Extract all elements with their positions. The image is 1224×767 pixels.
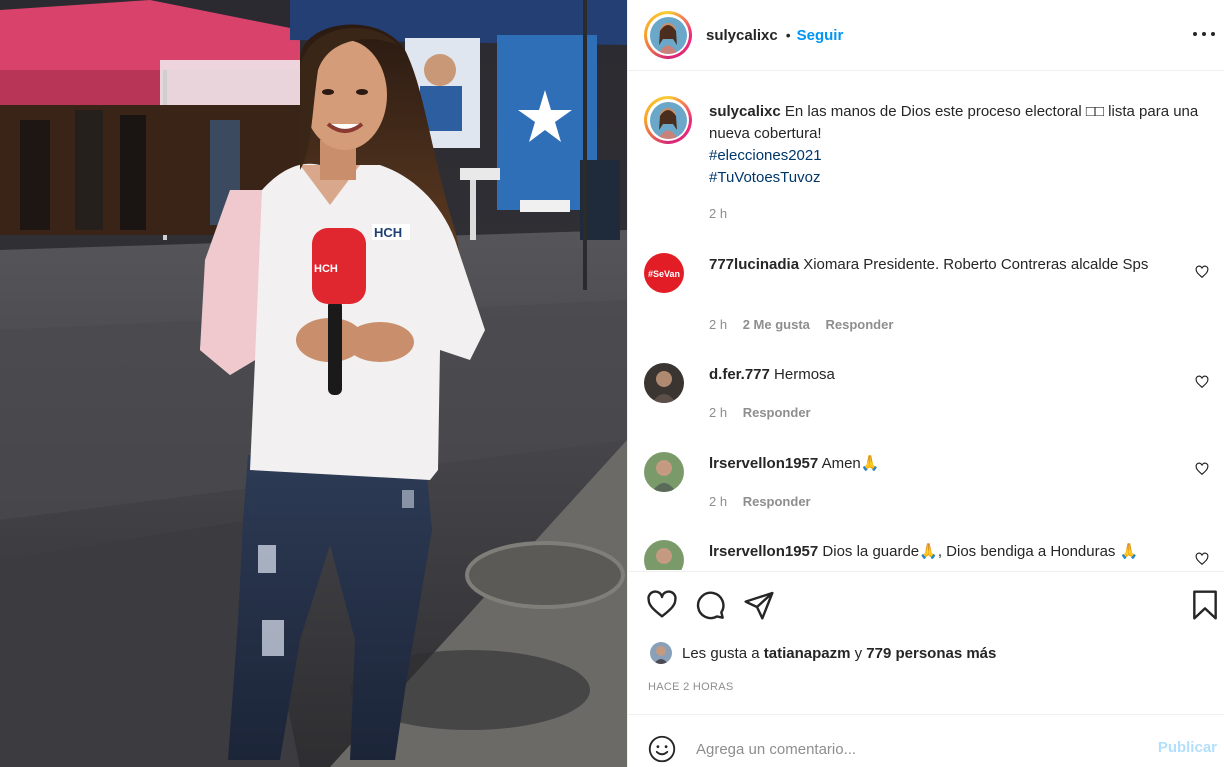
comment-meta: 2 h Responder	[709, 494, 823, 509]
caption-meta: 2 h	[709, 206, 739, 221]
commenter-avatar[interactable]	[644, 540, 684, 570]
hashtag-link[interactable]: #TuVotoesTuvoz	[709, 167, 1209, 189]
comment-likes-count[interactable]: 2 Me gusta	[743, 317, 810, 332]
more-options-icon[interactable]	[1193, 28, 1215, 40]
liked-by-username[interactable]: tatianapazm	[764, 645, 851, 662]
caption-time[interactable]: 2 h	[709, 206, 727, 221]
commenter-avatar[interactable]: #SeVan	[644, 253, 684, 293]
commenter-avatar[interactable]	[644, 452, 684, 492]
comment-body: 777lucinadia Xiomara Presidente. Roberto…	[709, 254, 1209, 276]
small-heart-icon[interactable]	[1195, 462, 1209, 476]
comment-icon[interactable]	[694, 589, 726, 621]
comment-body: lrservellon1957 Amen🙏	[709, 453, 1209, 475]
post-photo-image: HCH HCH	[0, 0, 627, 767]
hashtag-link[interactable]: #elecciones2021	[709, 145, 1209, 167]
commenter-avatar[interactable]	[644, 363, 684, 403]
author-username[interactable]: sulycalixc	[706, 27, 778, 44]
likes-prefix: Les gusta a	[682, 644, 760, 662]
reply-button[interactable]: Responder	[743, 405, 811, 420]
comment-body: lrservellon1957 Dios la guarde🙏, Dios be…	[709, 541, 1209, 563]
follow-button[interactable]: Seguir	[797, 27, 844, 44]
commenter-avatar-label: #SeVan	[648, 269, 680, 279]
comment-body: d.fer.777 Hermosa	[709, 364, 1209, 386]
comment-meta: 2 h Responder	[709, 405, 823, 420]
caption-text: En las manos de Dios este proceso electo…	[709, 103, 1199, 142]
separator-dot: •	[785, 27, 791, 43]
comment-meta: 2 h 2 Me gusta Responder	[709, 317, 905, 332]
bookmark-icon[interactable]	[1190, 589, 1220, 621]
caption-username[interactable]: sulycalixc	[709, 103, 781, 120]
emoji-icon[interactable]	[648, 735, 676, 763]
liker-avatar[interactable]	[650, 642, 672, 664]
share-icon[interactable]	[743, 589, 775, 621]
comment-time[interactable]: 2 h	[709, 494, 727, 509]
likes-conjunction: y	[854, 644, 863, 662]
commenter-username[interactable]: lrservellon1957	[709, 455, 818, 472]
reply-button[interactable]: Responder	[826, 317, 894, 332]
reply-button[interactable]: Responder	[743, 494, 811, 509]
comment-text: Amen🙏	[821, 455, 880, 472]
post-actions: Les gusta a tatianapazm y 779 personas m…	[628, 571, 1224, 767]
comment-time[interactable]: 2 h	[709, 317, 727, 332]
commenter-username[interactable]: d.fer.777	[709, 366, 770, 383]
post-side-panel: sulycalixc • Seguir sulycalixc En las ma	[627, 0, 1224, 767]
small-heart-icon[interactable]	[1195, 265, 1209, 279]
post-photo[interactable]: HCH HCH	[0, 0, 627, 767]
post-time-ago[interactable]: HACE 2 HORAS	[648, 681, 734, 693]
instagram-post-view: HCH HCH sulycalixc • Seguir sulycalixc E…	[0, 0, 1224, 767]
small-heart-icon[interactable]	[1195, 552, 1209, 566]
heart-icon[interactable]	[646, 589, 678, 621]
comment-composer: Publicar	[628, 714, 1224, 767]
likes-others-link[interactable]: 779 personas más	[866, 645, 996, 662]
likes-summary: Les gusta a tatianapazm y 779 personas m…	[650, 642, 996, 664]
caption-body: sulycalixc En las manos de Dios este pro…	[709, 101, 1209, 189]
caption-author-avatar[interactable]	[644, 96, 692, 144]
small-heart-icon[interactable]	[1195, 375, 1209, 389]
publish-button[interactable]: Publicar	[1158, 739, 1217, 756]
comment-text: Xiomara Presidente. Roberto Contreras al…	[803, 256, 1149, 273]
comment-text: Hermosa	[774, 366, 835, 383]
commenter-username[interactable]: 777lucinadia	[709, 256, 799, 273]
author-avatar[interactable]	[644, 11, 692, 59]
comments-list[interactable]: sulycalixc En las manos de Dios este pro…	[628, 72, 1224, 570]
comment-text: Dios la guarde🙏, Dios bendiga a Honduras…	[822, 543, 1139, 560]
commenter-username[interactable]: lrservellon1957	[709, 543, 818, 560]
shirt-logo: HCH	[374, 225, 402, 240]
microphone-label: HCH	[314, 263, 338, 275]
comment-time[interactable]: 2 h	[709, 405, 727, 420]
post-header: sulycalixc • Seguir	[628, 0, 1224, 71]
comment-input[interactable]	[696, 737, 1136, 761]
